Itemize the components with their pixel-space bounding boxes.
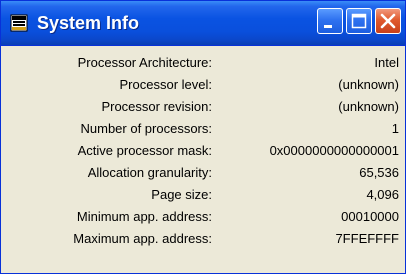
minimize-icon: [324, 25, 332, 28]
info-label: Page size:: [151, 187, 212, 202]
info-row-minimum-app-address: Minimum app. address: 00010000: [1, 206, 405, 228]
info-row-active-processor-mask: Active processor mask: 0x000000000000000…: [1, 140, 405, 162]
info-value: 00010000: [341, 209, 399, 224]
info-row-processor-architecture: Processor Architecture: Intel: [1, 52, 405, 74]
close-button[interactable]: [375, 8, 401, 34]
info-row-maximum-app-address: Maximum app. address: 7FFEFFFF: [1, 228, 405, 250]
system-info-window: System Info Processor Architecture: Inte…: [0, 0, 406, 274]
close-icon: [380, 13, 396, 29]
info-value: 4,096: [366, 187, 399, 202]
system-info-app-icon[interactable]: [10, 14, 28, 32]
info-label: Minimum app. address:: [76, 209, 212, 224]
info-label: Allocation granularity:: [87, 165, 212, 180]
info-value: 65,536: [359, 165, 399, 180]
info-row-processor-level: Processor level: (unknown): [1, 74, 405, 96]
info-value: (unknown): [338, 77, 399, 92]
info-panel: Processor Architecture: Intel Processor …: [1, 46, 405, 273]
minimize-button[interactable]: [317, 8, 343, 34]
maximize-icon: [351, 13, 367, 29]
maximize-button[interactable]: [346, 8, 372, 34]
info-value: 0x0000000000000001: [269, 143, 399, 158]
info-label: Active processor mask:: [77, 143, 212, 158]
info-label: Processor revision:: [101, 99, 212, 114]
info-row-number-of-processors: Number of processors: 1: [1, 118, 405, 140]
window-title: System Info: [37, 13, 140, 33]
info-value: 1: [391, 121, 399, 136]
info-value: 7FFEFFFF: [335, 231, 399, 246]
info-row-allocation-granularity: Allocation granularity: 65,536: [1, 162, 405, 184]
info-label: Number of processors:: [80, 121, 213, 136]
info-label: Maximum app. address:: [73, 231, 212, 246]
info-label: Processor level:: [119, 77, 212, 92]
info-value: Intel: [374, 55, 399, 70]
info-row-processor-revision: Processor revision: (unknown): [1, 96, 405, 118]
title-bar[interactable]: System Info: [1, 1, 405, 46]
info-row-page-size: Page size: 4,096: [1, 184, 405, 206]
info-value: (unknown): [338, 99, 399, 114]
info-label: Processor Architecture:: [77, 55, 212, 70]
